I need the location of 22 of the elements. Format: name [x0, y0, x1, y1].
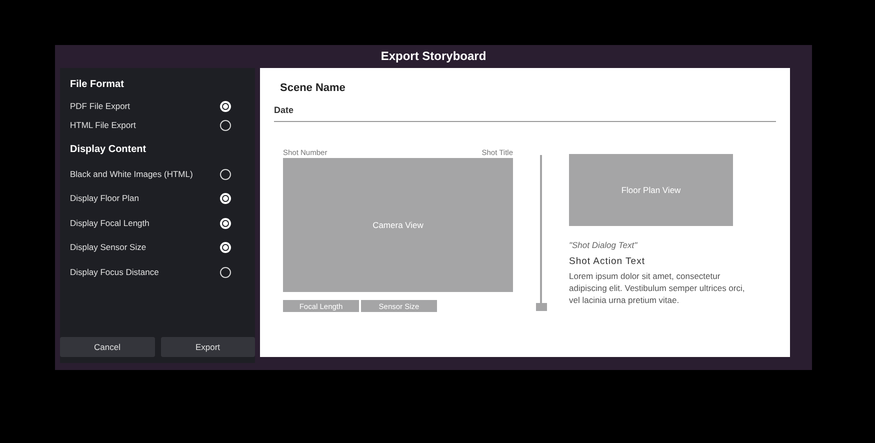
- radio-button[interactable]: [220, 266, 231, 278]
- dialog-text: "Shot Dialog Text": [569, 239, 638, 252]
- export-button[interactable]: Export: [160, 337, 255, 357]
- section-heading: File Format: [70, 78, 125, 92]
- option-label: PDF File Export: [70, 100, 130, 113]
- body-text: Lorem ipsum dolor sit amet, consectetur adipiscing elit. Vestibulum semper ultrices orci, vel lacinia urna pretium vitae.: [569, 270, 746, 306]
- date-label: Date: [274, 104, 295, 116]
- camera-view: Camera View: [283, 158, 513, 292]
- radio-button[interactable]: [220, 168, 231, 180]
- option-label: Display Sensor Size: [70, 241, 146, 254]
- section-heading: Display Content: [70, 143, 148, 157]
- option-label: Display Focus Distance: [70, 266, 159, 279]
- radio-button[interactable]: [220, 120, 231, 131]
- floor-plan-view: Floor Plan View: [569, 154, 733, 226]
- cancel-button[interactable]: Cancel: [60, 337, 154, 357]
- option-label: Display Floor Plan: [70, 192, 139, 206]
- action-text: Shot Action Text: [569, 254, 646, 269]
- option-label: Display Focal Length: [70, 216, 150, 230]
- scene-name: Scene Name: [280, 81, 346, 96]
- window-title: Export Storyboard: [380, 48, 486, 65]
- option-label: Black and White Images (HTML): [70, 168, 193, 181]
- option-label: HTML File Export: [70, 119, 136, 132]
